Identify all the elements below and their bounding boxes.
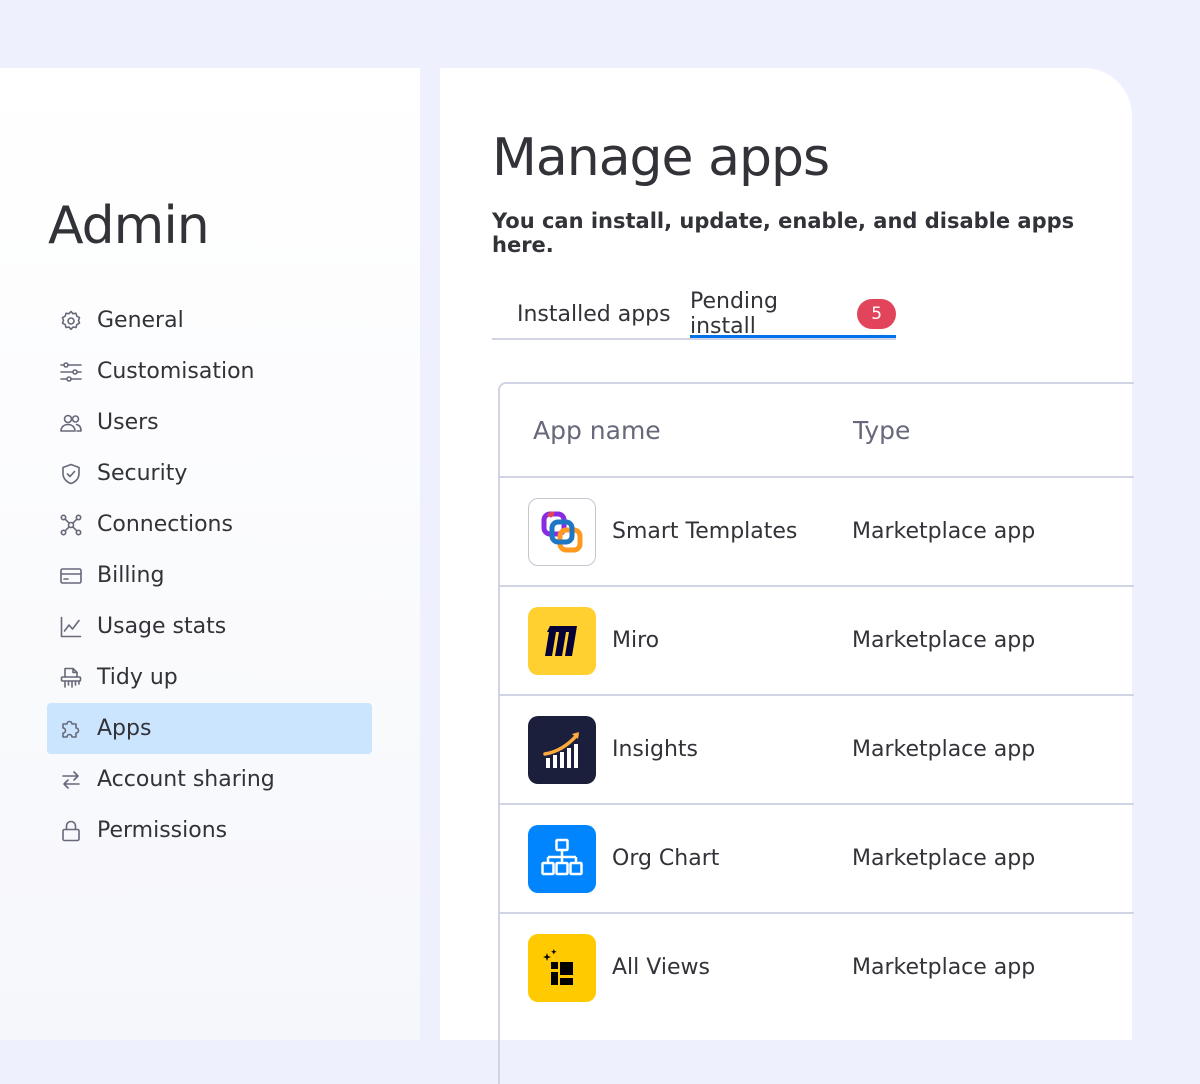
- column-header-app-name[interactable]: App name: [533, 416, 853, 445]
- tab-label: Installed apps: [517, 301, 671, 327]
- tab-bar: Installed apps Pending install 5: [492, 289, 896, 340]
- page-subtitle: You can install, update, enable, and dis…: [492, 209, 1075, 257]
- app-name: Org Chart: [612, 846, 720, 871]
- sidebar-item-permissions[interactable]: Permissions: [47, 805, 372, 856]
- app-type: Marketplace app: [852, 955, 1036, 980]
- smart-templates-logo: [528, 497, 596, 566]
- apps-table: App name Type Smart Templates Marketplac…: [498, 382, 1134, 1084]
- chart-icon: [58, 614, 84, 640]
- sidebar-item-label: Permissions: [97, 818, 228, 843]
- arrows-swap-icon: [58, 767, 84, 793]
- table-row[interactable]: Insights Marketplace app: [500, 696, 1134, 805]
- tab-pending-install[interactable]: Pending install 5: [690, 289, 896, 339]
- pending-count-badge: 5: [857, 299, 896, 329]
- app-type: Marketplace app: [852, 628, 1036, 653]
- table-row[interactable]: All Views Marketplace app: [500, 914, 1134, 1021]
- app-type: Marketplace app: [852, 519, 1036, 544]
- sidebar-item-label: Apps: [97, 716, 152, 741]
- sidebar-item-apps[interactable]: Apps: [47, 703, 372, 754]
- shredder-icon: [58, 665, 84, 691]
- admin-nav: General Customisation Users Security Con…: [47, 295, 372, 856]
- connections-icon: [58, 512, 84, 538]
- sidebar-item-general[interactable]: General: [47, 295, 372, 346]
- app-name: Miro: [612, 628, 660, 653]
- sidebar-item-label: Tidy up: [97, 665, 178, 690]
- admin-sidebar: Admin General Customisation Users Securi…: [0, 68, 420, 1040]
- sidebar-title: Admin: [48, 196, 210, 256]
- tab-label: Pending install: [690, 289, 778, 339]
- all-views-logo: [528, 933, 596, 1002]
- puzzle-icon: [58, 716, 84, 742]
- sidebar-item-label: Security: [97, 461, 188, 486]
- gear-icon: [58, 308, 84, 334]
- main-panel: Manage apps You can install, update, ena…: [440, 68, 1134, 1084]
- sidebar-item-label: Users: [97, 410, 159, 435]
- lock-icon: [58, 818, 84, 844]
- table-row[interactable]: Smart Templates Marketplace app: [500, 478, 1134, 587]
- sliders-icon: [58, 359, 84, 385]
- table-row[interactable]: Miro Marketplace app: [500, 587, 1134, 696]
- sidebar-item-label: General: [97, 308, 184, 333]
- sidebar-item-label: Account sharing: [97, 767, 275, 792]
- column-header-type[interactable]: Type: [853, 416, 910, 445]
- shield-icon: [58, 461, 84, 487]
- app-name: Smart Templates: [612, 519, 798, 544]
- sidebar-item-connections[interactable]: Connections: [47, 499, 372, 550]
- app-name: All Views: [612, 955, 710, 980]
- sidebar-item-billing[interactable]: Billing: [47, 550, 372, 601]
- insights-logo: [528, 715, 596, 784]
- page-title: Manage apps: [492, 128, 830, 188]
- org-chart-logo: [528, 824, 596, 893]
- sidebar-item-label: Usage stats: [97, 614, 227, 639]
- sidebar-item-label: Billing: [97, 563, 165, 588]
- app-type: Marketplace app: [852, 737, 1036, 762]
- table-row[interactable]: Org Chart Marketplace app: [500, 805, 1134, 914]
- tab-installed-apps[interactable]: Installed apps: [517, 290, 671, 338]
- sidebar-item-tidy-up[interactable]: Tidy up: [47, 652, 372, 703]
- users-icon: [58, 410, 84, 436]
- sidebar-item-security[interactable]: Security: [47, 448, 372, 499]
- app-type: Marketplace app: [852, 846, 1036, 871]
- sidebar-item-users[interactable]: Users: [47, 397, 372, 448]
- active-tab-indicator: [690, 335, 896, 338]
- sidebar-item-customisation[interactable]: Customisation: [47, 346, 372, 397]
- sidebar-item-label: Connections: [97, 512, 233, 537]
- miro-logo: [528, 606, 596, 675]
- sidebar-item-account-sharing[interactable]: Account sharing: [47, 754, 372, 805]
- sidebar-item-label: Customisation: [97, 359, 255, 384]
- credit-card-icon: [58, 563, 84, 589]
- sidebar-item-usage-stats[interactable]: Usage stats: [47, 601, 372, 652]
- table-header: App name Type: [500, 384, 1134, 478]
- app-name: Insights: [612, 737, 699, 762]
